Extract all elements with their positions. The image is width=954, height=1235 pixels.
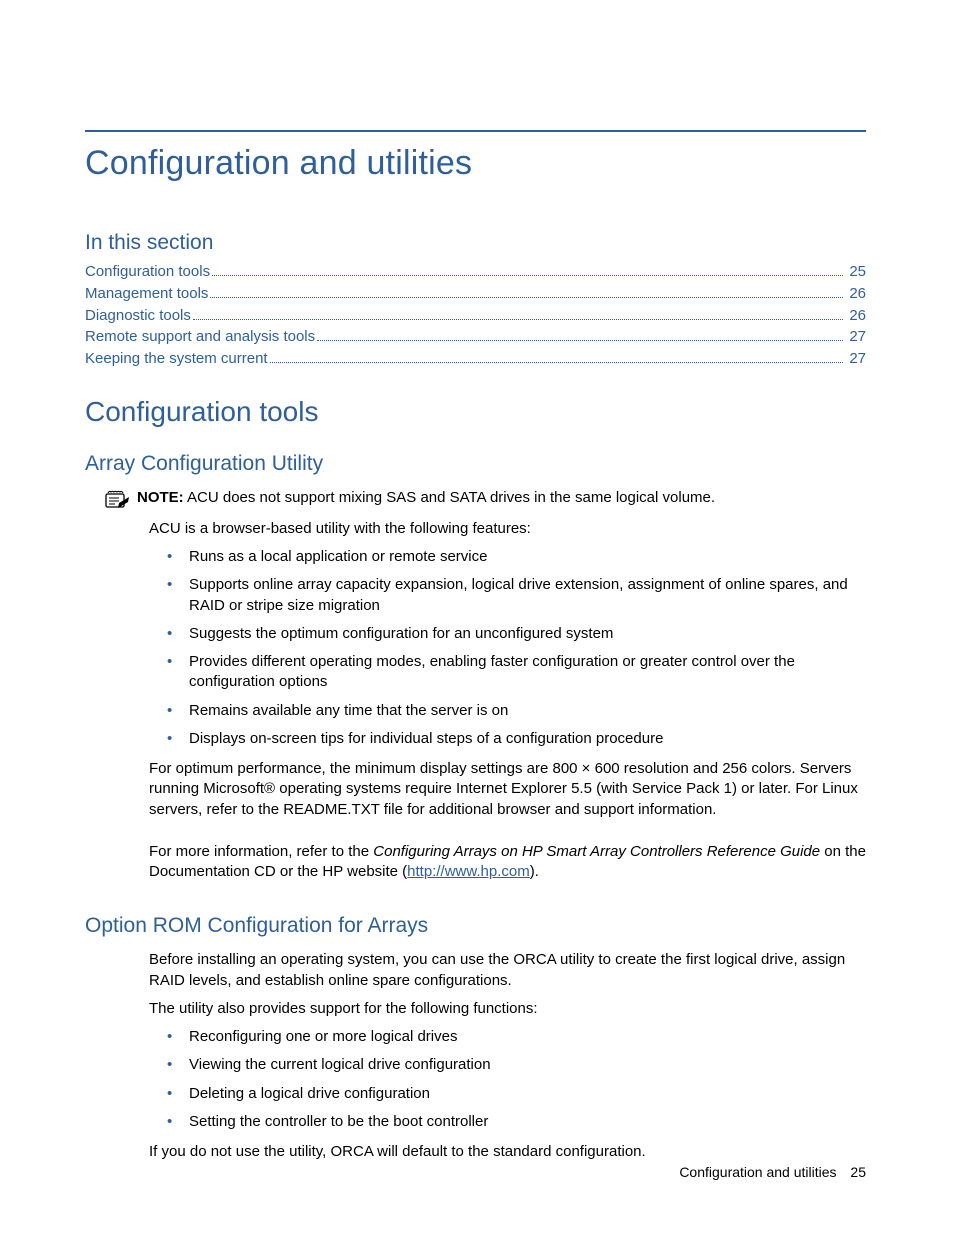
text: For more information, refer to the (149, 843, 373, 860)
toc-leader (210, 297, 843, 298)
acu-para-moreinfo: For more information, refer to the Confi… (149, 842, 866, 883)
list-item: Remains available any time that the serv… (149, 701, 866, 721)
configuration-tools-heading: Configuration tools (85, 396, 866, 428)
toc-label: Keeping the system current (85, 348, 268, 370)
toc-row[interactable]: Configuration tools 25 (85, 261, 866, 283)
list-item: Provides different operating modes, enab… (149, 652, 866, 693)
orca-para3: If you do not use the utility, ORCA will… (149, 1142, 866, 1162)
toc-label: Configuration tools (85, 261, 210, 283)
toc-page: 25 (847, 261, 866, 283)
toc-page: 27 (847, 348, 866, 370)
toc-row[interactable]: Remote support and analysis tools 27 (85, 326, 866, 348)
toc-label: Management tools (85, 283, 208, 305)
footer-page-number: 25 (850, 1164, 866, 1180)
text: ). (530, 863, 539, 880)
acu-para-display: For optimum performance, the minimum dis… (149, 759, 866, 820)
page-footer: Configuration and utilities 25 (679, 1164, 866, 1180)
acu-feature-list: Runs as a local application or remote se… (149, 547, 866, 749)
list-item: Setting the controller to be the boot co… (149, 1112, 866, 1132)
toc-leader (212, 275, 843, 276)
toc-label: Remote support and analysis tools (85, 326, 315, 348)
hp-link[interactable]: http://www.hp.com (407, 863, 530, 880)
orca-function-list: Reconfiguring one or more logical drives… (149, 1027, 866, 1132)
list-item: Reconfiguring one or more logical drives (149, 1027, 866, 1047)
footer-label: Configuration and utilities (679, 1164, 836, 1180)
toc-row[interactable]: Diagnostic tools 26 (85, 305, 866, 327)
list-item: Suggests the optimum configuration for a… (149, 624, 866, 644)
orca-para1: Before installing an operating system, y… (149, 950, 866, 991)
list-item: Deleting a logical drive configuration (149, 1084, 866, 1104)
toc-page: 27 (847, 326, 866, 348)
note-body: ACU does not support mixing SAS and SATA… (187, 489, 715, 506)
list-item: Supports online array capacity expansion… (149, 575, 866, 616)
toc-leader (317, 340, 843, 341)
top-rule (85, 130, 866, 132)
toc-leader (270, 362, 844, 363)
note-label: NOTE: (137, 489, 184, 506)
note-block: NOTE: ACU does not support mixing SAS an… (105, 488, 866, 509)
orca-para2: The utility also provides support for th… (149, 999, 866, 1019)
toc-leader (193, 319, 843, 320)
list-item: Viewing the current logical drive config… (149, 1055, 866, 1075)
toc-page: 26 (847, 283, 866, 305)
in-this-section-heading: In this section (85, 231, 866, 255)
toc-label: Diagnostic tools (85, 305, 191, 327)
note-text: NOTE: ACU does not support mixing SAS an… (137, 488, 715, 508)
toc-page: 26 (847, 305, 866, 327)
note-icon (105, 489, 129, 509)
list-item: Runs as a local application or remote se… (149, 547, 866, 567)
toc-row[interactable]: Management tools 26 (85, 283, 866, 305)
orca-heading: Option ROM Configuration for Arrays (85, 914, 866, 938)
acu-heading: Array Configuration Utility (85, 452, 866, 476)
toc-row[interactable]: Keeping the system current 27 (85, 348, 866, 370)
acu-intro: ACU is a browser-based utility with the … (149, 519, 866, 539)
toc: Configuration tools 25 Management tools … (85, 261, 866, 370)
page-title: Configuration and utilities (85, 144, 866, 183)
list-item: Displays on-screen tips for individual s… (149, 729, 866, 749)
reference-title: Configuring Arrays on HP Smart Array Con… (373, 843, 820, 860)
